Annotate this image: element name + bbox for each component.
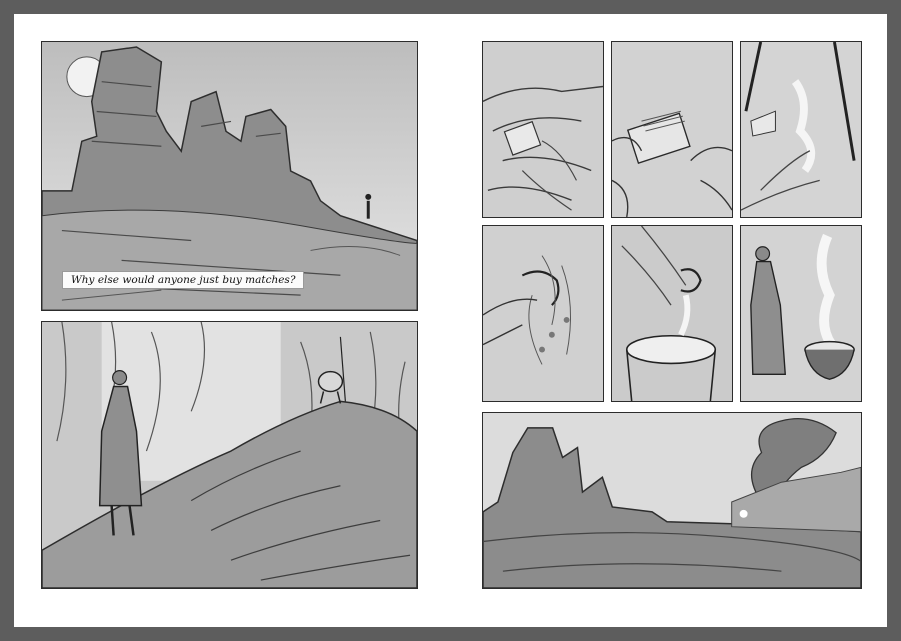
panel-woman-cauldron xyxy=(740,225,862,402)
panel-hill-figure-art xyxy=(42,322,417,588)
panel-hands-matchbox-art xyxy=(483,42,603,217)
panel-open-matchbox xyxy=(611,41,733,218)
panel-cauldron-herbs-art xyxy=(612,226,732,401)
panel-cutting-herbs-art xyxy=(483,226,603,401)
comic-spread: Why else would anyone just buy matches? xyxy=(14,14,887,627)
speech-caption: Why else would anyone just buy matches? xyxy=(62,271,305,289)
panel-landscape-smoke xyxy=(482,412,862,589)
panel-lighting-match xyxy=(740,41,862,218)
panel-cauldron-herbs xyxy=(611,225,733,402)
panel-cutting-herbs xyxy=(482,225,604,402)
panel-hands-matchbox xyxy=(482,41,604,218)
panel-rock-formations-art xyxy=(42,42,417,310)
panel-rock-formations: Why else would anyone just buy matches? xyxy=(41,41,418,311)
panel-woman-cauldron-art xyxy=(741,226,861,401)
panel-landscape-smoke-art xyxy=(483,413,861,588)
panel-lighting-match-art xyxy=(741,42,861,217)
panel-open-matchbox-art xyxy=(612,42,732,217)
panel-hill-figure xyxy=(41,321,418,589)
